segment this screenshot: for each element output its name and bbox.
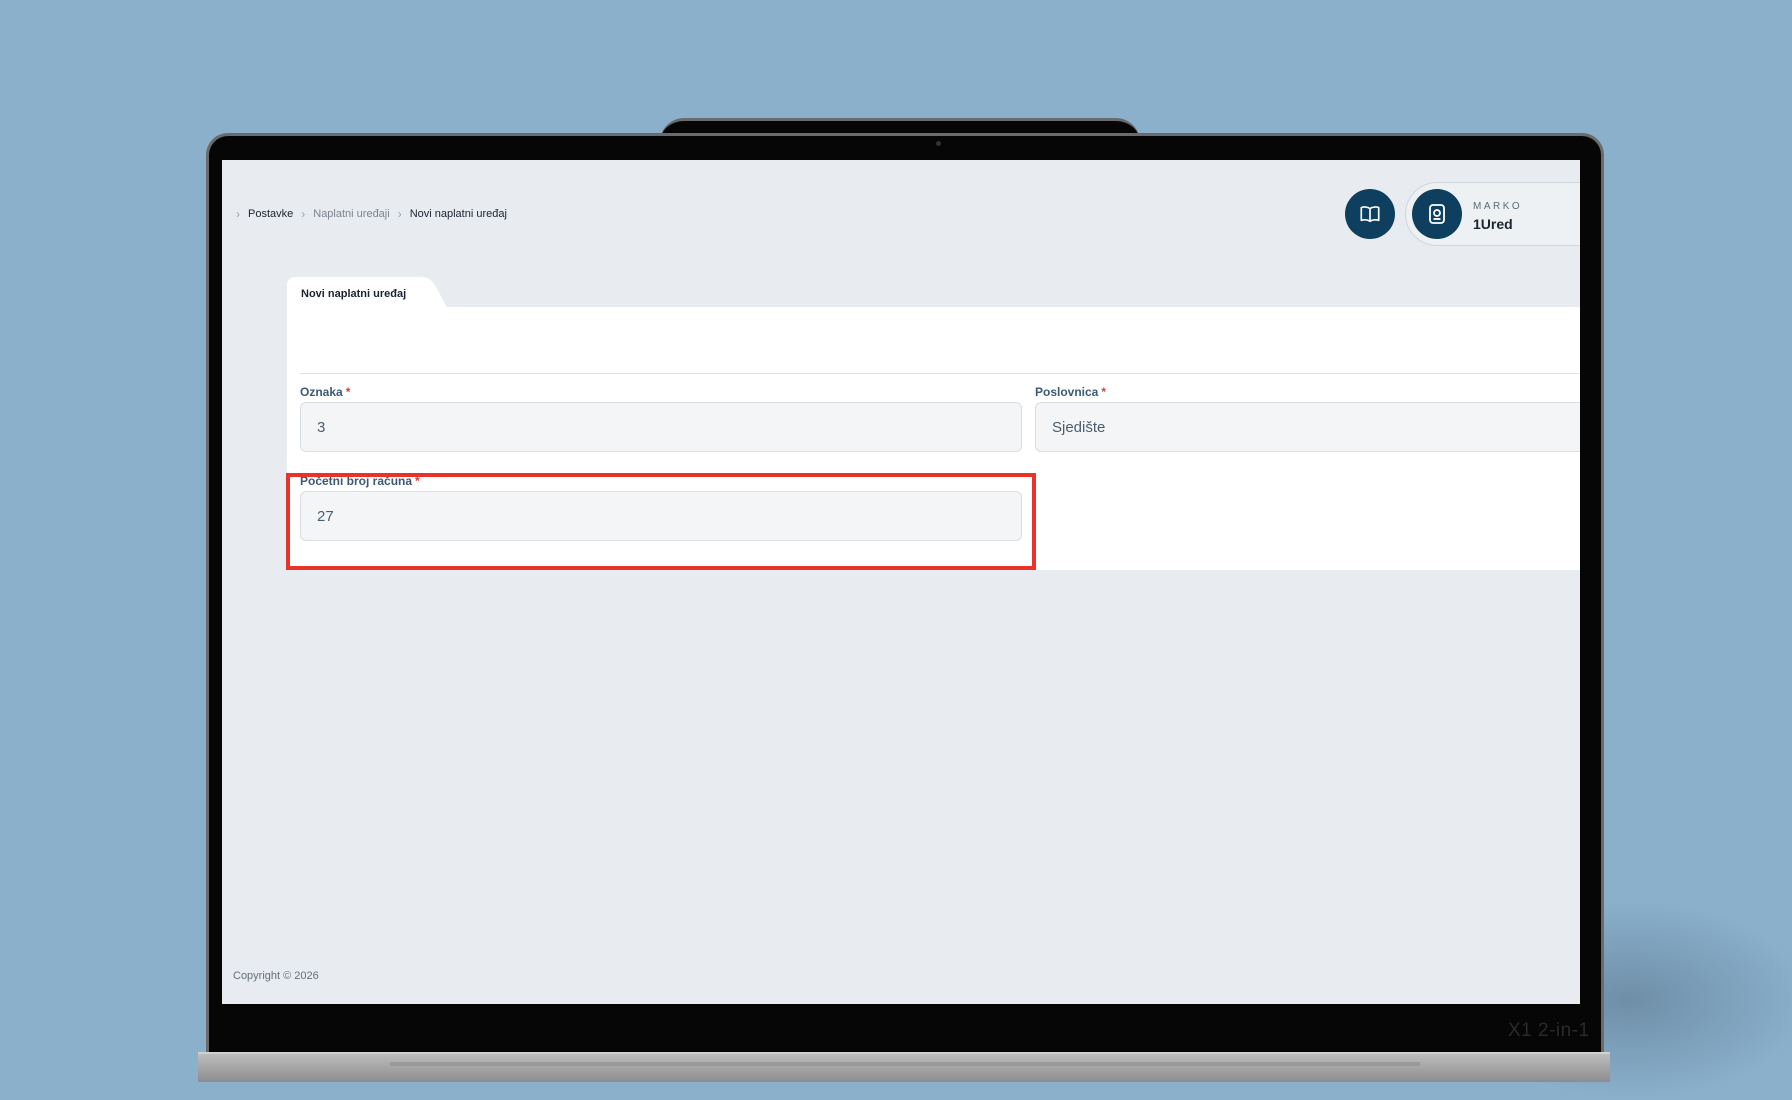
pocetni-broj-input[interactable] bbox=[300, 491, 1022, 541]
chevron-right-icon: › bbox=[397, 207, 402, 221]
oznaka-input[interactable] bbox=[300, 402, 1022, 452]
user-avatar-button[interactable] bbox=[1412, 189, 1462, 239]
divider bbox=[300, 373, 1580, 374]
book-open-icon bbox=[1360, 206, 1380, 223]
oznaka-label-text: Oznaka bbox=[300, 385, 343, 399]
user-organization: 1Ured bbox=[1473, 216, 1513, 232]
app-screen: › Postavke › Naplatni uređaji › Novi nap… bbox=[222, 160, 1580, 1004]
poslovnica-label: Poslovnica * bbox=[1035, 385, 1106, 399]
breadcrumb-item-naplatni-uredaji[interactable]: Naplatni uređaji bbox=[313, 208, 389, 220]
poslovnica-label-text: Poslovnica bbox=[1035, 385, 1099, 399]
user-menu[interactable]: MARKO 1Ured bbox=[1405, 182, 1580, 246]
required-marker: * bbox=[415, 474, 420, 488]
required-marker: * bbox=[1101, 385, 1107, 399]
tab-label: Novi naplatni uređaj bbox=[301, 288, 407, 300]
pocetni-broj-label-text: Početni broj računa bbox=[300, 474, 413, 488]
laptop-base bbox=[198, 1052, 1610, 1082]
laptop-base-lip bbox=[390, 1062, 1420, 1066]
pocetni-broj-label: Početni broj računa * bbox=[300, 474, 420, 488]
form-panel: Oznaka* Poslovnica* Početni broj računa* bbox=[287, 307, 1580, 570]
tab-novi-naplatni-uredaj[interactable]: Novi naplatni uređaj bbox=[287, 277, 427, 308]
chevron-right-icon: › bbox=[236, 207, 240, 221]
device-model-label: X1 2-in-1 bbox=[1508, 1020, 1590, 1041]
webcam bbox=[936, 141, 941, 146]
oznaka-label: Oznaka * bbox=[300, 385, 350, 399]
breadcrumb-item-postavke[interactable]: Postavke bbox=[248, 208, 293, 220]
id-badge-icon bbox=[1429, 204, 1445, 224]
breadcrumb-item-current: Novi naplatni uređaj bbox=[409, 208, 507, 220]
user-role: MARKO bbox=[1473, 201, 1523, 212]
copyright: Copyright © 2026 bbox=[233, 970, 319, 982]
poslovnica-select[interactable] bbox=[1035, 402, 1580, 452]
documentation-button[interactable] bbox=[1345, 189, 1395, 239]
chevron-right-icon: › bbox=[301, 207, 306, 221]
breadcrumb: › Postavke › Naplatni uređaji › Novi nap… bbox=[236, 207, 507, 221]
required-marker: * bbox=[345, 385, 351, 399]
